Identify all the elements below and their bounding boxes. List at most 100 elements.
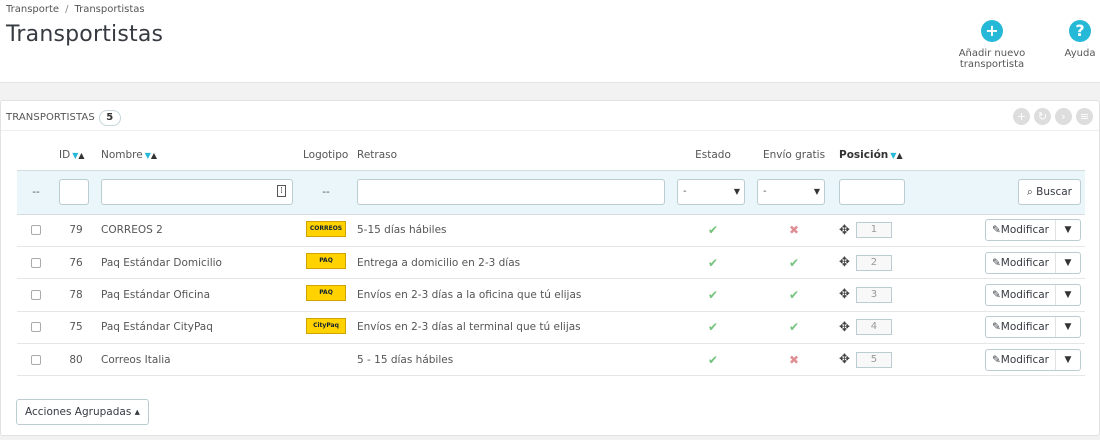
actions-dropdown-toggle[interactable]: ▼ <box>1056 220 1080 240</box>
panel-title: TRANSPORTISTAS 5 <box>6 110 121 126</box>
header-position[interactable]: Posición ▼▲ <box>835 141 945 171</box>
header-status: Estado <box>673 141 753 171</box>
table-row[interactable]: 75 Paq Estándar CityPaq CityPaq Envíos e… <box>17 311 1085 345</box>
drag-handle-icon[interactable]: ✥ <box>839 352 850 367</box>
panel-title-text: TRANSPORTISTAS <box>6 112 95 123</box>
row-checkbox[interactable] <box>31 289 41 300</box>
position-value: 4 <box>855 319 892 336</box>
database-icon[interactable]: ≡ <box>1076 108 1093 125</box>
table-row[interactable]: 76 Paq Estándar Domicilio PAQ Entrega a … <box>17 246 1085 280</box>
header-status-label: Estado <box>695 149 731 162</box>
check-icon[interactable]: ✔ <box>789 320 799 334</box>
actions-dropdown-toggle[interactable]: ▼ <box>1056 350 1080 370</box>
breadcrumb: Transporte / Transportistas <box>6 4 145 15</box>
filter-row: -- ⁞ -- - ▼ - ▼ ⌕ Buscar <box>17 170 1085 215</box>
help-button[interactable]: ? Ayuda <box>1062 20 1098 59</box>
row-free-cell: ✖ <box>753 214 835 247</box>
bulk-actions-button[interactable]: Acciones Agrupadas ▴ <box>16 399 149 425</box>
sql-query-icon[interactable]: › <box>1055 108 1072 125</box>
row-select-cell <box>17 278 55 312</box>
row-name: CORREOS 2 <box>97 214 299 247</box>
actions-dropdown-toggle[interactable]: ▼ <box>1056 253 1080 273</box>
sort-arrows-icon[interactable]: ▼▲ <box>72 151 84 160</box>
drag-handle-icon[interactable]: ✥ <box>839 287 850 302</box>
filter-free-cell: - ▼ <box>753 170 835 215</box>
filter-delay-input[interactable] <box>357 179 665 205</box>
carrier-logo: CityPaq <box>306 317 346 334</box>
filter-free-value: - <box>763 186 767 197</box>
check-icon[interactable]: ✔ <box>708 256 718 270</box>
edit-button[interactable]: ✎Modificar <box>986 220 1056 241</box>
row-delay: Envíos en 2-3 días a la oficina que tú e… <box>353 278 673 312</box>
edit-button[interactable]: ✎Modificar <box>986 284 1056 305</box>
check-icon[interactable]: ✔ <box>708 223 718 237</box>
drag-handle-icon[interactable]: ✥ <box>839 320 850 335</box>
row-status-cell: ✔ <box>673 343 753 377</box>
filter-search-cell: ⌕ Buscar <box>945 170 1085 215</box>
panel-heading: TRANSPORTISTAS 5 + ↻ › ≡ <box>1 101 1099 131</box>
pencil-icon: ✎ <box>991 224 1001 237</box>
check-icon[interactable]: ✔ <box>708 288 718 302</box>
row-id: 75 <box>55 311 97 345</box>
row-name: Correos Italia <box>97 343 299 377</box>
edit-button-label: Modificar <box>1000 256 1049 269</box>
edit-button[interactable]: ✎Modificar <box>986 349 1056 370</box>
filter-id-input[interactable] <box>59 179 89 205</box>
row-select-cell <box>17 311 55 345</box>
refresh-icon[interactable]: ↻ <box>1034 108 1051 125</box>
filter-free-select[interactable]: - ▼ <box>757 179 825 205</box>
help-label: Ayuda <box>1064 48 1096 59</box>
filter-name-input[interactable]: ⁞ <box>101 179 293 205</box>
cross-icon[interactable]: ✖ <box>789 223 799 237</box>
row-logo-cell: PAQ <box>299 278 353 312</box>
row-actions-cell: ✎Modificar ▼ <box>945 311 1085 345</box>
add-icon[interactable]: + <box>1013 108 1030 125</box>
check-icon[interactable]: ✔ <box>789 288 799 302</box>
row-actions-cell: ✎Modificar ▼ <box>945 278 1085 312</box>
check-icon[interactable]: ✔ <box>708 320 718 334</box>
filter-position-cell <box>835 170 945 215</box>
search-button[interactable]: ⌕ Buscar <box>1017 179 1081 205</box>
edit-button[interactable]: ✎Modificar <box>986 252 1056 273</box>
header-delay-label: Retraso <box>357 149 398 162</box>
filter-position-input[interactable] <box>839 179 905 205</box>
row-status-cell: ✔ <box>673 311 753 345</box>
header-position-label: Posición <box>839 149 889 162</box>
sort-arrows-icon[interactable]: ▼▲ <box>890 151 902 160</box>
search-button-label: Buscar <box>1036 186 1072 198</box>
row-select-cell <box>17 246 55 280</box>
cross-icon[interactable]: ✖ <box>789 353 799 367</box>
row-logo-cell: CityPaq <box>299 311 353 345</box>
breadcrumb-root[interactable]: Transporte <box>6 4 59 15</box>
help-icon: ? <box>1069 20 1091 42</box>
check-icon[interactable]: ✔ <box>708 353 718 367</box>
row-checkbox[interactable] <box>31 354 41 365</box>
count-badge: 5 <box>98 110 121 126</box>
drag-handle-icon[interactable]: ✥ <box>839 255 850 270</box>
row-position-cell: ✥ 4 <box>835 311 945 345</box>
row-checkbox[interactable] <box>31 257 41 268</box>
position-value: 1 <box>855 222 892 239</box>
row-status-cell: ✔ <box>673 278 753 312</box>
header-id[interactable]: ID ▼▲ <box>55 141 97 171</box>
header-name[interactable]: Nombre ▼▲ <box>97 141 299 171</box>
row-checkbox[interactable] <box>31 225 41 236</box>
table-row[interactable]: 80 Correos Italia 5 - 15 días hábiles ✔ … <box>17 343 1085 377</box>
table-row[interactable]: 78 Paq Estándar Oficina PAQ Envíos en 2-… <box>17 278 1085 312</box>
sort-arrows-icon[interactable]: ▼▲ <box>145 151 157 160</box>
actions-dropdown-toggle[interactable]: ▼ <box>1056 317 1080 337</box>
drag-handle-icon[interactable]: ✥ <box>839 223 850 238</box>
contact-card-icon: ⁞ <box>277 185 286 197</box>
pencil-icon: ✎ <box>991 288 1001 301</box>
edit-button[interactable]: ✎Modificar <box>986 317 1056 338</box>
check-icon[interactable]: ✔ <box>789 256 799 270</box>
row-delay: 5-15 días hábiles <box>353 214 673 247</box>
add-carrier-button[interactable]: + Añadir nuevo transportista <box>928 20 1056 70</box>
row-checkbox[interactable] <box>31 322 41 333</box>
actions-dropdown-toggle[interactable]: ▼ <box>1056 285 1080 305</box>
row-position-cell: ✥ 1 <box>835 214 945 247</box>
table-row[interactable]: 79 CORREOS 2 CORREOS 5-15 días hábiles ✔… <box>17 214 1085 247</box>
filter-status-select[interactable]: - ▼ <box>677 179 745 205</box>
row-delay: Entrega a domicilio en 2-3 días <box>353 246 673 280</box>
search-icon: ⌕ <box>1026 186 1037 198</box>
